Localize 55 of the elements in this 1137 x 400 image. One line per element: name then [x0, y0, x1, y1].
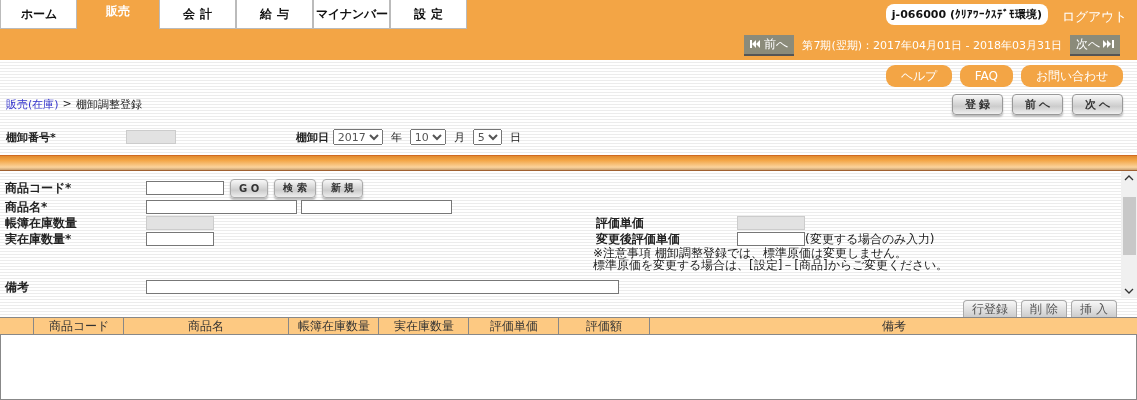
- product-code-button[interactable]: 検 索: [274, 178, 316, 198]
- field-label: 実在庫数量*: [5, 230, 73, 248]
- scroll-up-icon[interactable]: [1124, 175, 1134, 181]
- note-text: 標準原価を変更する場合は、[設定]－[商品]からご変更ください。: [593, 259, 949, 271]
- skip-back-icon: [750, 40, 762, 48]
- row-button[interactable]: 行登録: [963, 300, 1018, 317]
- period-label: 第7期(翌期)：2017年04月01日 - 2018年03月31日: [802, 37, 1062, 53]
- account-badge: j-066000 (ｸﾘｱﾜｰｸｽﾃﾞﾓ環境): [885, 4, 1048, 25]
- unit-label: 日: [509, 129, 521, 145]
- row-button[interactable]: 挿 入: [1071, 300, 1117, 317]
- action-button[interactable]: 登 録: [952, 94, 1003, 115]
- price-field[interactable]: [737, 232, 805, 246]
- breadcrumb-link[interactable]: 販売(在庫): [6, 97, 59, 112]
- column-header: 帳簿在庫数量: [288, 318, 378, 334]
- action-button[interactable]: 次 へ: [1072, 94, 1123, 115]
- product-name-field[interactable]: [146, 200, 297, 214]
- column-header: 評価額: [558, 318, 649, 334]
- field-label: 商品名*: [5, 198, 49, 216]
- field-label: 評価単価: [596, 214, 645, 232]
- breadcrumb-current: 棚卸調整登録: [75, 97, 142, 112]
- nav-tab[interactable]: ホーム: [0, 0, 77, 29]
- field-label: 棚卸番号*: [6, 129, 56, 145]
- year-select[interactable]: 2017: [332, 129, 383, 145]
- day-select[interactable]: 5: [472, 129, 502, 145]
- row-button[interactable]: 削 除: [1021, 300, 1068, 317]
- month-select[interactable]: 10: [409, 129, 446, 145]
- skip-forward-icon: [1103, 40, 1114, 48]
- column-header: 商品コード: [33, 318, 123, 334]
- quantity-field[interactable]: [146, 232, 214, 246]
- product-code-button[interactable]: G O: [230, 178, 269, 198]
- scroll-down-icon[interactable]: [1124, 288, 1134, 294]
- product-name-field[interactable]: [301, 200, 452, 214]
- action-button[interactable]: 前 へ: [1012, 94, 1063, 115]
- unit-label: 月: [453, 129, 465, 145]
- column-header: 商品名: [123, 318, 288, 334]
- product-code-button[interactable]: 新 規: [321, 178, 364, 198]
- nav-tab[interactable]: 会 計: [159, 0, 236, 29]
- column-header: 実在庫数量: [378, 318, 468, 334]
- remarks-field[interactable]: [146, 280, 619, 294]
- field-hint: (変更する場合のみ入力): [805, 230, 935, 247]
- field-label: 棚卸日: [295, 129, 329, 145]
- column-header: 評価単価: [468, 318, 558, 334]
- unit-label: 年: [390, 129, 402, 145]
- nav-tab[interactable]: 給 与: [236, 0, 313, 29]
- nav-tab[interactable]: 設 定: [390, 0, 467, 29]
- note-text: ※注意事項 棚卸調整登録では、標準原価は変更しません。: [593, 247, 908, 259]
- field-label: 変更後評価単価: [596, 230, 681, 247]
- breadcrumb-separator: >: [62, 97, 72, 112]
- product-code-field[interactable]: [146, 181, 224, 195]
- field-label: 帳簿在庫数量: [5, 214, 78, 232]
- scrollbar[interactable]: [1121, 171, 1137, 298]
- nav-tab[interactable]: マイナンバー: [313, 0, 390, 29]
- field-label: 備考: [5, 278, 30, 296]
- column-header: 備考: [649, 318, 1137, 334]
- field-label: 商品コード*: [5, 179, 73, 197]
